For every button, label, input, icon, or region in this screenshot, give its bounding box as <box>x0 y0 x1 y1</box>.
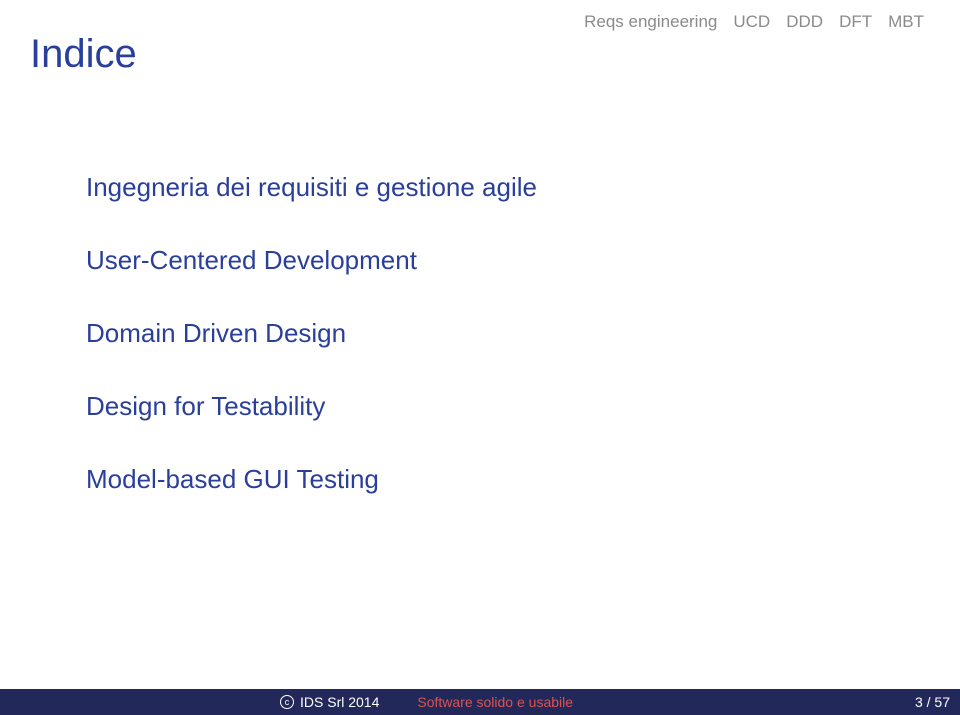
copyright-icon: c <box>280 695 294 709</box>
toc-item-ingegneria-requisiti[interactable]: Ingegneria dei requisiti e gestione agil… <box>86 172 537 203</box>
copyright: c IDS Srl 2014 <box>280 694 379 710</box>
nav-item-ddd[interactable]: DDD <box>786 12 823 32</box>
table-of-contents: Ingegneria dei requisiti e gestione agil… <box>86 172 537 495</box>
footer: c IDS Srl 2014 Software solido e usabile… <box>0 689 960 715</box>
section-nav: Reqs engineering UCD DDD DFT MBT <box>584 12 924 32</box>
nav-item-ucd[interactable]: UCD <box>733 12 770 32</box>
toc-item-design-for-testability[interactable]: Design for Testability <box>86 391 537 422</box>
toc-item-model-based-gui-testing[interactable]: Model-based GUI Testing <box>86 464 537 495</box>
toc-item-user-centered-development[interactable]: User-Centered Development <box>86 245 537 276</box>
page-number: 3 / 57 <box>915 694 950 710</box>
copyright-org: IDS Srl 2014 <box>300 694 379 710</box>
toc-item-domain-driven-design[interactable]: Domain Driven Design <box>86 318 537 349</box>
nav-item-mbt[interactable]: MBT <box>888 12 924 32</box>
footer-title: Software solido e usabile <box>417 694 573 710</box>
slide: Reqs engineering UCD DDD DFT MBT Indice … <box>0 0 960 715</box>
nav-item-dft[interactable]: DFT <box>839 12 872 32</box>
nav-item-reqs-engineering[interactable]: Reqs engineering <box>584 12 717 32</box>
page-title: Indice <box>30 32 137 77</box>
